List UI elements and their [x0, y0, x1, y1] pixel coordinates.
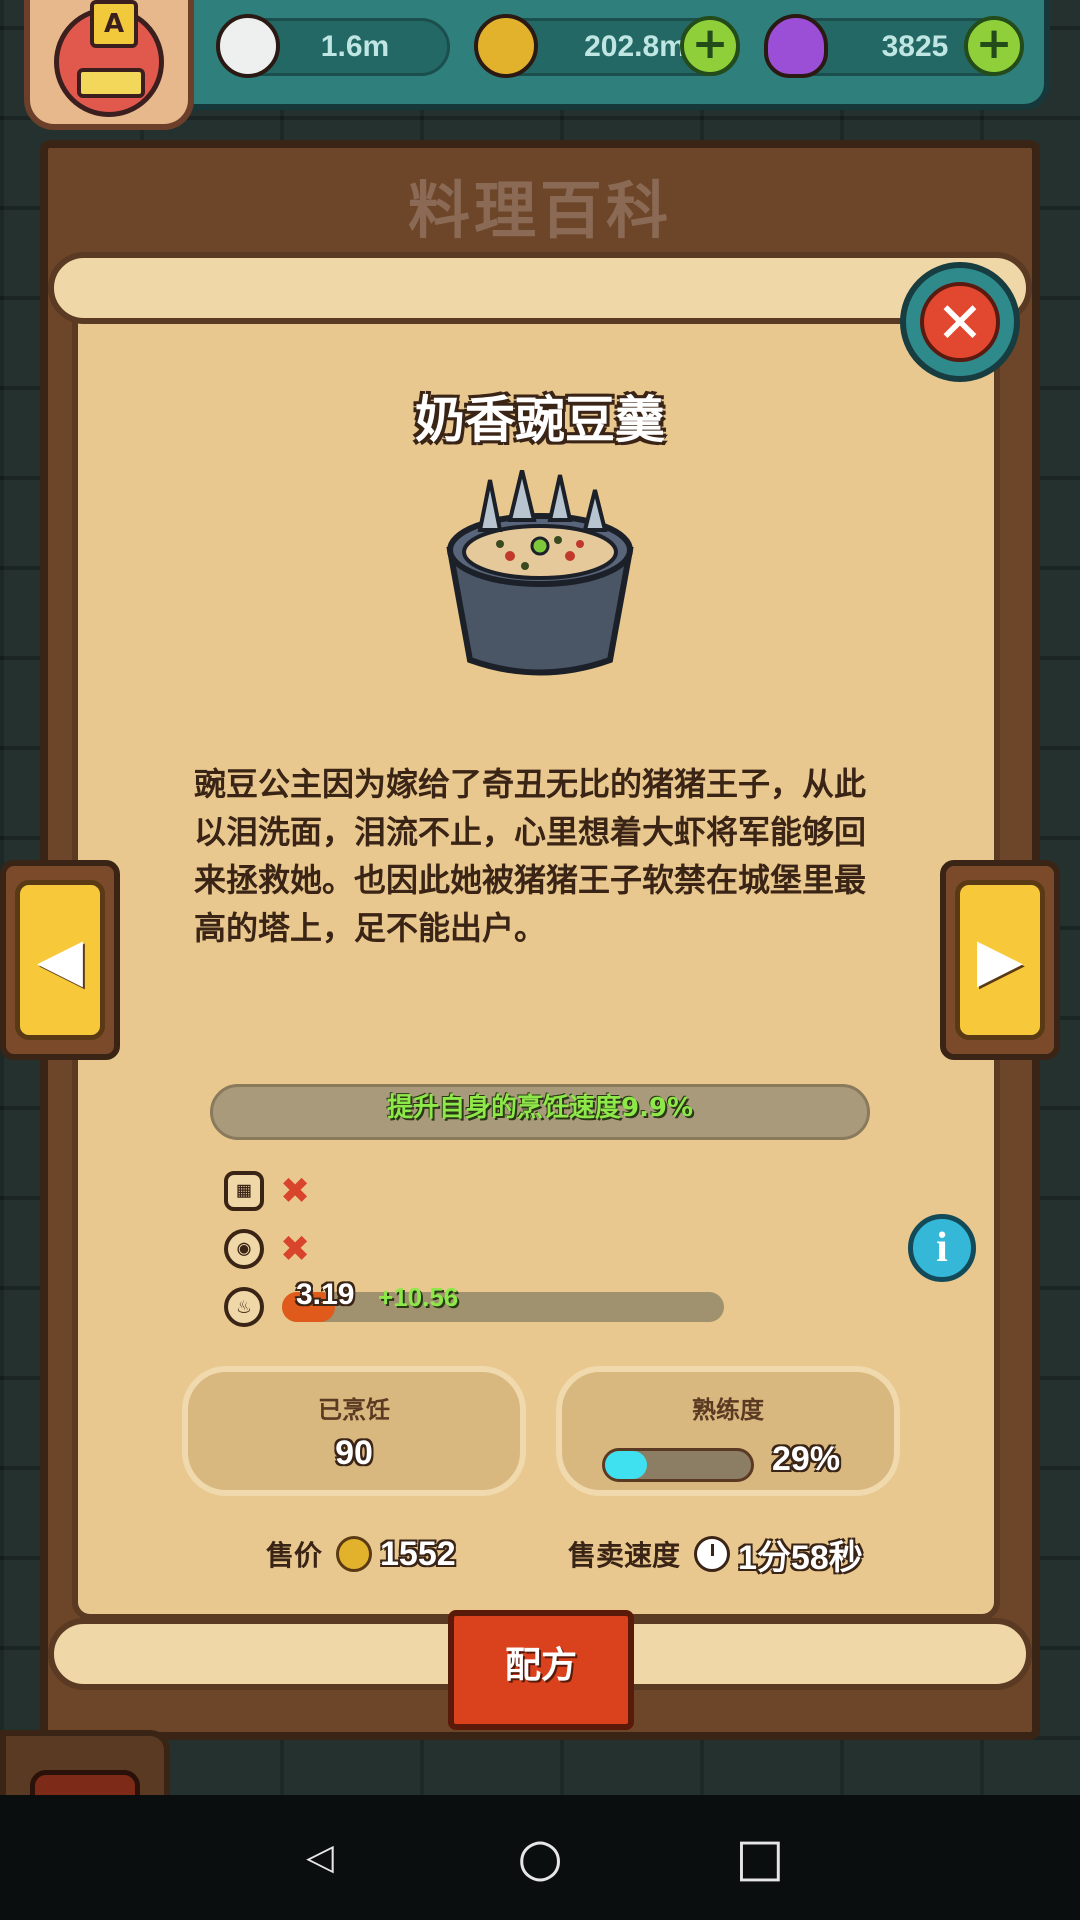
price-value: 1552 — [380, 1534, 456, 1573]
fire-bonus: +10.56 — [378, 1282, 459, 1312]
potion-amount: 3825 — [881, 30, 949, 63]
sell-speed-label: 售卖速度 — [568, 1539, 681, 1572]
system-navigation-bar: ◁ ○ □ — [0, 1795, 1080, 1920]
dish-image — [446, 470, 634, 676]
cooked-count-card: 已烹饪 90 — [182, 1366, 526, 1496]
price-row: 售价 1552 — [266, 1530, 456, 1578]
bonus-banner: 提升自身的烹饪速度9.9% — [210, 1084, 870, 1140]
sell-speed-row: 售卖速度 1分58秒 — [568, 1530, 863, 1578]
bowl-icon — [446, 470, 634, 676]
prev-dish-panel: ◀ — [0, 860, 120, 1060]
next-dish-panel: ▶ — [940, 860, 1060, 1060]
dish-name: 奶香豌豆羹 — [415, 391, 665, 449]
sell-speed-value: 1分58秒 — [738, 1538, 863, 1577]
eye-icon: ◉ — [224, 1229, 264, 1269]
system-home-icon[interactable]: ○ — [510, 1828, 570, 1888]
price-label: 售价 — [266, 1539, 323, 1572]
proficiency-fill — [605, 1451, 648, 1479]
fire-value: 3.19 — [296, 1278, 355, 1311]
close-button[interactable]: ✕ — [900, 262, 1020, 382]
eye-requirement-row: ◉ ✖ — [224, 1226, 310, 1272]
recipe-button[interactable]: 配方 — [448, 1610, 634, 1730]
x-mark-icon: ✖ — [280, 1170, 311, 1212]
proficiency-bar — [602, 1448, 754, 1482]
info-button[interactable]: i — [908, 1214, 976, 1282]
prev-arrow-button[interactable]: ◀ — [15, 880, 105, 1040]
x-mark-icon: ✖ — [280, 1228, 311, 1270]
proficiency-label: 熟练度 — [692, 1396, 764, 1424]
coin-amount: 202.8m — [584, 30, 686, 63]
grid-icon: ▦ — [224, 1171, 264, 1211]
player-avatar[interactable]: A — [24, 0, 194, 130]
dish-description: 豌豆公主因为嫁给了奇丑无比的猪猪王子，从此以泪洗面，泪流不止，心里想着大虾将军能… — [194, 765, 867, 947]
proficiency-percent: 29% — [772, 1440, 841, 1478]
add-coin-button[interactable]: + — [680, 16, 740, 76]
add-potion-button[interactable]: + — [964, 16, 1024, 76]
rank-badge: A — [90, 0, 138, 48]
grid-requirement-row: ▦ ✖ — [224, 1168, 310, 1214]
close-icon: ✕ — [920, 282, 1000, 362]
coin-icon — [474, 14, 538, 78]
potion-icon — [764, 14, 828, 78]
next-arrow-button[interactable]: ▶ — [955, 880, 1045, 1040]
cooked-value: 90 — [335, 1434, 373, 1472]
proficiency-card: 熟练度 29% — [556, 1366, 900, 1496]
eyeball-icon — [216, 14, 280, 78]
board-title: 料理百科 — [407, 174, 672, 247]
cooked-label: 已烹饪 — [318, 1396, 390, 1424]
fire-icon: ♨ — [224, 1287, 264, 1327]
system-recents-icon[interactable]: □ — [730, 1828, 790, 1888]
fire-row: ♨ — [224, 1284, 264, 1330]
scroll-top-roll — [48, 252, 1032, 324]
coin-icon — [336, 1536, 373, 1572]
clock-icon — [694, 1536, 731, 1572]
system-back-icon[interactable]: ◁ — [290, 1828, 350, 1888]
eye-amount: 1.6m — [320, 30, 390, 63]
